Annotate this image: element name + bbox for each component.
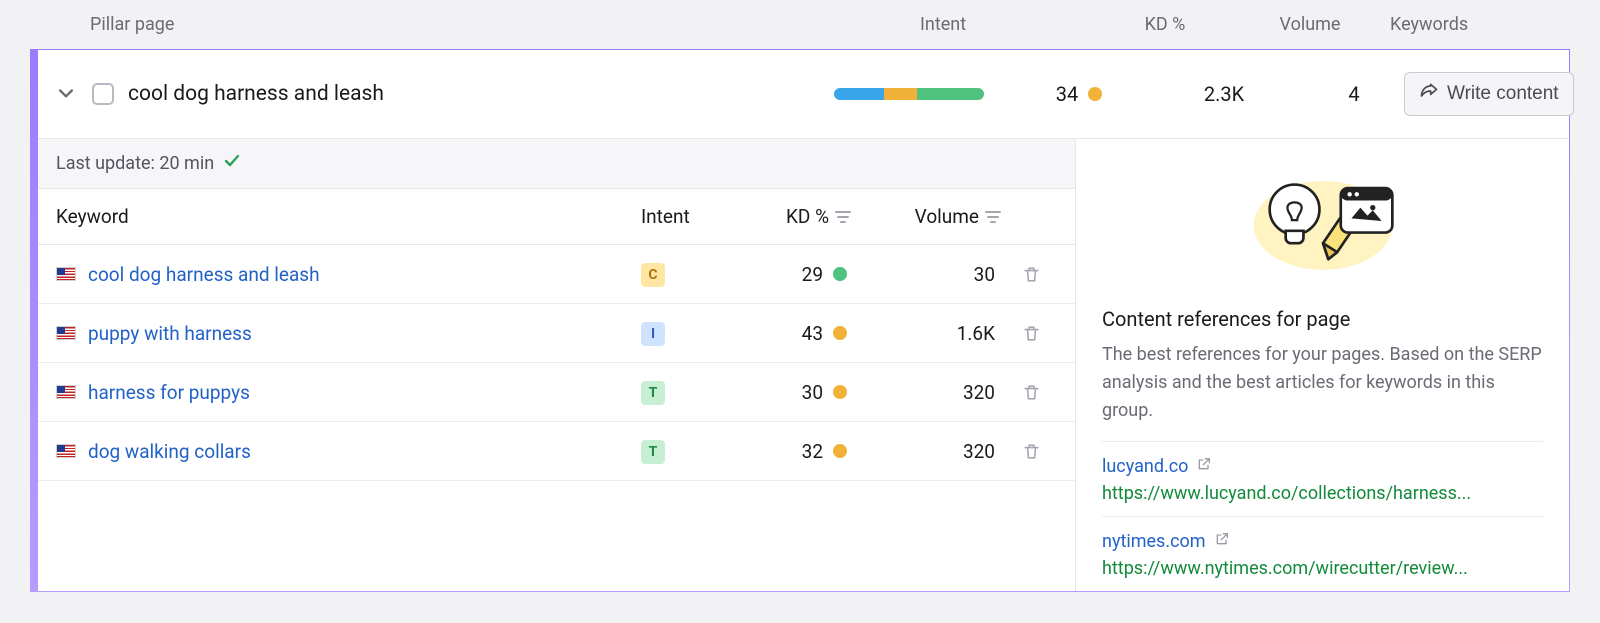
keyword-table-header: Keyword Intent KD % Volume bbox=[38, 189, 1075, 245]
delete-button[interactable] bbox=[1001, 442, 1061, 461]
kd-dot bbox=[833, 385, 847, 399]
row-kd: 32 bbox=[731, 440, 851, 463]
external-link-icon bbox=[1196, 456, 1212, 477]
summary-row: cool dog harness and leash 34 2.3K 4 Wri… bbox=[38, 50, 1569, 139]
delete-button[interactable] bbox=[1001, 383, 1061, 402]
references-title: Content references for page bbox=[1102, 307, 1543, 331]
chevron-down-icon[interactable] bbox=[54, 82, 78, 106]
summary-volume: 2.3K bbox=[1144, 82, 1304, 106]
keyword-link[interactable]: cool dog harness and leash bbox=[88, 263, 320, 286]
intent-chip: T bbox=[641, 381, 665, 405]
delete-button[interactable] bbox=[1001, 324, 1061, 343]
column-header-row: Pillar page Intent KD % Volume Keywords bbox=[0, 0, 1600, 49]
col-pillar: Pillar page bbox=[90, 14, 920, 35]
summary-keyword-count: 4 bbox=[1304, 82, 1404, 106]
external-link-icon bbox=[1214, 531, 1230, 552]
row-volume: 30 bbox=[851, 263, 1001, 286]
hdr-keyword[interactable]: Keyword bbox=[56, 205, 641, 228]
check-icon bbox=[224, 153, 240, 174]
kd-dot bbox=[833, 444, 847, 458]
col-intent: Intent bbox=[920, 14, 1100, 35]
summary-kd: 34 bbox=[1014, 82, 1144, 106]
flag-icon bbox=[56, 385, 76, 399]
keyword-link[interactable]: dog walking collars bbox=[88, 440, 251, 463]
write-content-button[interactable]: Write content bbox=[1404, 72, 1574, 116]
flag-icon bbox=[56, 326, 76, 340]
intent-chip: I bbox=[641, 322, 665, 346]
table-row: harness for puppys T 30 320 bbox=[38, 363, 1075, 422]
content-references-panel: Content references for page The best ref… bbox=[1076, 139, 1569, 591]
row-volume: 1.6K bbox=[851, 322, 1001, 345]
intent-chip: T bbox=[641, 440, 665, 464]
intent-chip: C bbox=[641, 263, 665, 287]
table-row: cool dog harness and leash C 29 30 bbox=[38, 245, 1075, 304]
keyword-table: Last update: 20 min Keyword Intent KD % … bbox=[38, 139, 1076, 591]
hdr-kd[interactable]: KD % bbox=[731, 205, 851, 228]
table-row: dog walking collars T 32 320 bbox=[38, 422, 1075, 481]
references-description: The best references for your pages. Base… bbox=[1102, 341, 1543, 425]
reference-item: lucyand.co https://www.lucyand.co/collec… bbox=[1102, 441, 1543, 516]
sort-icon bbox=[835, 205, 851, 228]
kd-dot bbox=[833, 267, 847, 281]
hdr-volume[interactable]: Volume bbox=[851, 205, 1001, 228]
hdr-intent[interactable]: Intent bbox=[641, 205, 731, 228]
reference-url: https://www.lucyand.co/collections/harne… bbox=[1102, 483, 1543, 504]
row-kd: 43 bbox=[731, 322, 851, 345]
col-volume: Volume bbox=[1230, 14, 1390, 35]
kd-dot bbox=[1088, 87, 1102, 101]
col-keywords: Keywords bbox=[1390, 14, 1570, 35]
keyword-link[interactable]: puppy with harness bbox=[88, 322, 252, 345]
row-kd: 29 bbox=[731, 263, 851, 286]
row-checkbox[interactable] bbox=[92, 83, 114, 105]
row-volume: 320 bbox=[851, 381, 1001, 404]
last-update-text: Last update: 20 min bbox=[56, 153, 214, 174]
last-update-bar: Last update: 20 min bbox=[38, 139, 1075, 189]
references-illustration bbox=[1102, 161, 1543, 281]
flag-icon bbox=[56, 444, 76, 458]
summary-intent-bar bbox=[834, 88, 1014, 100]
reference-item: nytimes.com https://www.nytimes.com/wire… bbox=[1102, 516, 1543, 591]
col-kd: KD % bbox=[1100, 14, 1230, 35]
reference-domain-link[interactable]: nytimes.com bbox=[1102, 531, 1206, 552]
keyword-link[interactable]: harness for puppys bbox=[88, 381, 250, 404]
sort-icon bbox=[985, 205, 1001, 228]
table-row: puppy with harness I 43 1.6K bbox=[38, 304, 1075, 363]
share-arrow-icon bbox=[1419, 81, 1439, 107]
reference-url: https://www.nytimes.com/wirecutter/revie… bbox=[1102, 558, 1543, 579]
reference-domain-link[interactable]: lucyand.co bbox=[1102, 456, 1188, 477]
pillar-title: cool dog harness and leash bbox=[128, 82, 384, 106]
row-volume: 320 bbox=[851, 440, 1001, 463]
delete-button[interactable] bbox=[1001, 265, 1061, 284]
kd-dot bbox=[833, 326, 847, 340]
pillar-panel: cool dog harness and leash 34 2.3K 4 Wri… bbox=[30, 49, 1570, 592]
flag-icon bbox=[56, 267, 76, 281]
row-kd: 30 bbox=[731, 381, 851, 404]
